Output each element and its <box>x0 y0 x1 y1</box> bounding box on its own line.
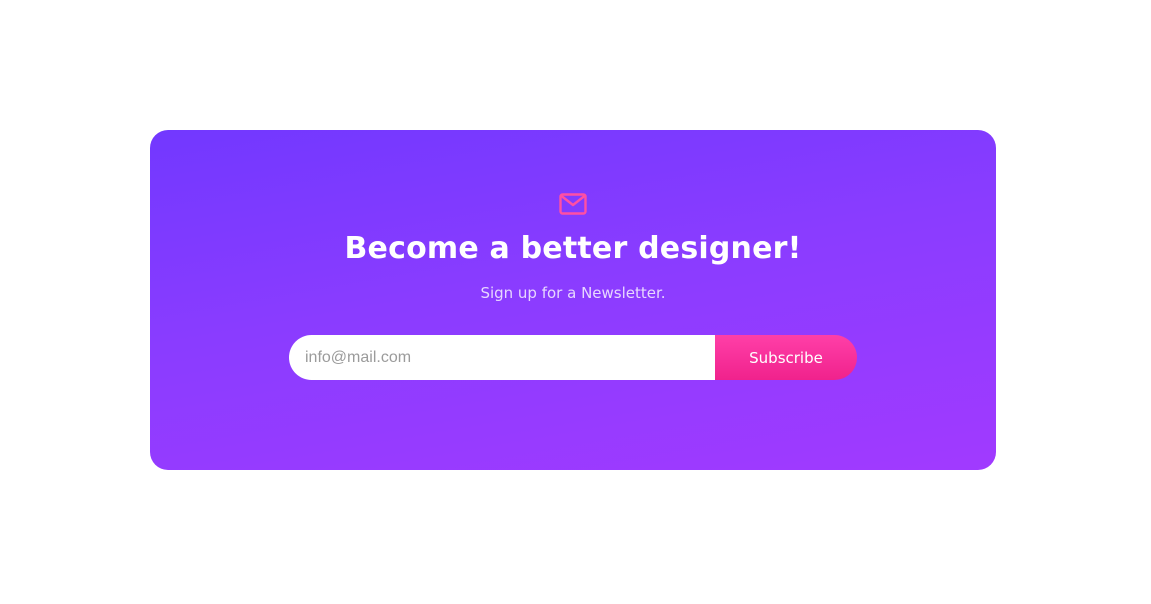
newsletter-card: Become a better designer! Sign up for a … <box>150 130 996 470</box>
newsletter-title: Become a better designer! <box>344 231 802 266</box>
page: Become a better designer! Sign up for a … <box>0 0 1151 604</box>
email-input[interactable] <box>289 335 715 380</box>
newsletter-subtitle: Sign up for a Newsletter. <box>480 284 666 302</box>
subscribe-button[interactable]: Subscribe <box>715 335 857 380</box>
subscribe-form: Subscribe <box>289 335 857 380</box>
envelope-icon <box>559 193 587 215</box>
